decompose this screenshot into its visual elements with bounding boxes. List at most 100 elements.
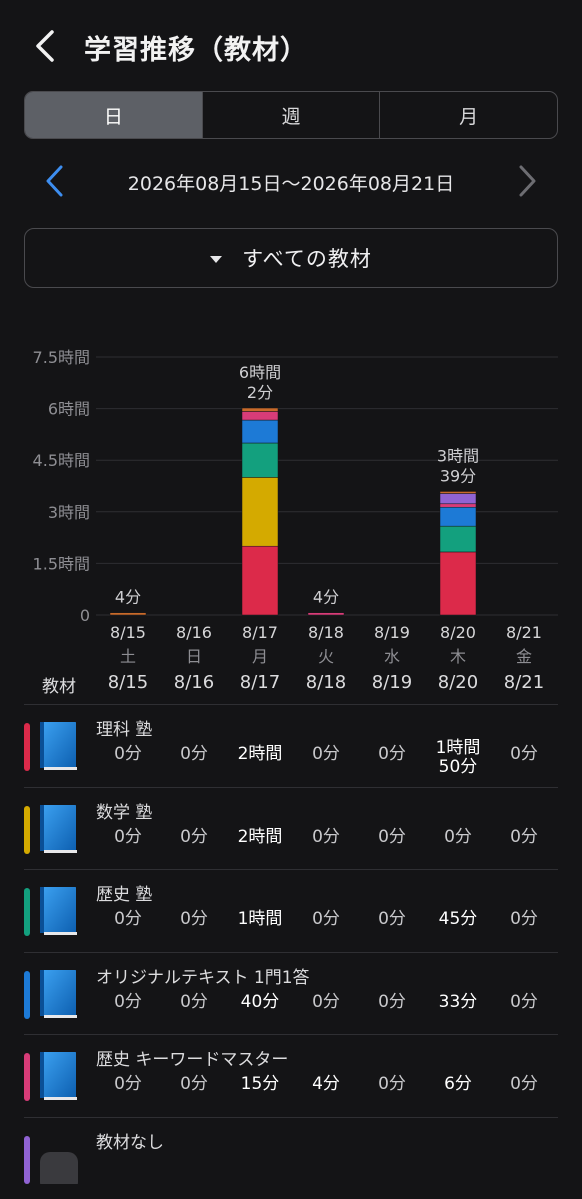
material-row[interactable]: 歴史 キーワードマスター 0分 0分 15分 4分 0分 6分 0分 — [24, 1034, 558, 1116]
material-row[interactable]: 数学 塾 0分 0分 2時間 0分 0分 0分 0分 — [24, 786, 558, 869]
bar-segment — [241, 477, 279, 547]
bar-total-label: 4分 — [313, 588, 339, 607]
y-tick-label: 7.5時間 — [33, 348, 90, 367]
time-cell: 33分 — [438, 991, 478, 1012]
time-cell: 0分 — [312, 991, 340, 1012]
y-tick-label: 4.5時間 — [33, 451, 90, 470]
time-cell: 0分 — [378, 826, 406, 847]
x-tick-weekday: 水 — [384, 647, 400, 666]
time-cell: 0分 — [114, 826, 142, 847]
table-header-date: 8/15 — [107, 672, 149, 693]
time-cell: 1時間 50分 — [435, 738, 481, 777]
time-cell: 0分 — [378, 991, 406, 1012]
bar-segment — [241, 442, 279, 478]
date-navigator: 2026年08月15日〜2026年08月21日 — [0, 156, 582, 206]
material-color-bar — [24, 1136, 30, 1184]
bar-segment — [439, 493, 477, 505]
time-cell: 0分 — [114, 744, 142, 764]
time-cell: 15分 — [240, 1074, 280, 1095]
time-cell: 0分 — [510, 744, 538, 764]
bar-total-label: 2分 — [247, 383, 273, 402]
bar-segment — [439, 491, 477, 494]
x-tick-date: 8/21 — [506, 623, 542, 642]
time-cell: 1時間 — [237, 909, 283, 930]
material-row[interactable]: オリジナルテキスト 1門1答 0分 0分 40分 0分 0分 33分 0分 — [24, 951, 558, 1034]
time-cell: 0分 — [378, 909, 406, 930]
material-name: 理科 塾 — [96, 720, 153, 740]
bar-segment — [439, 525, 477, 553]
x-tick-date: 8/17 — [242, 623, 278, 642]
material-name: 歴史 キーワードマスター — [96, 1050, 289, 1071]
bar-total-label: 6時間 — [239, 363, 281, 382]
bar-total-label: 39分 — [440, 467, 476, 486]
chevron-right-icon — [519, 165, 536, 197]
material-name: 教材なし — [96, 1133, 164, 1153]
x-tick-weekday: 月 — [252, 647, 268, 666]
material-row[interactable]: 理科 塾 0分 0分 2時間 0分 0分 1時間 50分 0分 — [24, 704, 558, 786]
filter-label: すべての教材 — [242, 247, 372, 271]
table-header-date: 8/19 — [371, 672, 413, 693]
next-period-button[interactable] — [512, 162, 542, 200]
table-header-date: 8/20 — [437, 672, 479, 693]
tab-day[interactable]: 日 — [25, 92, 203, 138]
chevron-left-icon — [46, 165, 63, 197]
table-header: 教材 8/15 8/16 8/17 8/18 8/19 8/20 8/21 — [0, 672, 582, 702]
bar-segment — [439, 506, 477, 527]
time-cell: 2時間 — [237, 826, 283, 847]
tab-week[interactable]: 週 — [203, 92, 381, 138]
bar-segment — [307, 612, 345, 616]
time-cell: 0分 — [180, 744, 208, 764]
bar-segment — [241, 545, 279, 616]
y-tick-label: 6時間 — [48, 400, 90, 419]
time-cell: 0分 — [114, 1074, 142, 1095]
time-cell: 0分 — [510, 826, 538, 847]
time-cell: 0分 — [312, 909, 340, 930]
tab-month[interactable]: 月 — [380, 92, 557, 138]
date-range-label: 2026年08月15日〜2026年08月21日 — [127, 173, 455, 195]
x-tick-weekday: 土 — [120, 647, 136, 666]
stacked-bar-chart: 01.5時間3時間4.5時間6時間7.5時間4分8/15土8/16日6時間2分8… — [33, 348, 558, 666]
material-color-bar — [24, 723, 30, 771]
time-cell: 40分 — [240, 991, 280, 1012]
dropdown-caret-icon — [210, 255, 223, 263]
material-filter-dropdown[interactable]: すべての教材 — [24, 228, 558, 288]
book-icon — [40, 804, 77, 853]
time-cell: 0分 — [312, 744, 340, 764]
time-cell: 0分 — [444, 826, 472, 847]
page-title: 学習推移（教材） — [84, 35, 308, 66]
time-cell: 0分 — [510, 991, 538, 1012]
x-tick-date: 8/20 — [440, 623, 476, 642]
time-cell: 0分 — [378, 744, 406, 764]
bar-segment — [241, 411, 279, 421]
book-icon — [40, 887, 77, 936]
bar-total-label: 3時間 — [437, 447, 479, 466]
book-icon — [40, 969, 77, 1018]
time-cell: 0分 — [180, 826, 208, 847]
y-tick-label: 3時間 — [48, 503, 90, 522]
material-color-bar — [24, 970, 30, 1019]
bar-segment — [439, 503, 477, 508]
period-tabs: 日 週 月 — [24, 91, 558, 139]
x-tick-weekday: 金 — [516, 647, 532, 666]
material-row[interactable]: 歴史 塾 0分 0分 1時間 0分 0分 45分 0分 — [24, 869, 558, 951]
time-cell: 4分 — [312, 1074, 340, 1095]
book-icon — [40, 722, 77, 770]
material-color-bar — [24, 805, 30, 854]
time-cell: 2時間 — [237, 744, 283, 764]
material-row[interactable]: 教材なし — [24, 1117, 558, 1199]
bar-segment — [241, 407, 279, 412]
time-cell: 6分 — [444, 1074, 472, 1095]
y-tick-label: 0 — [80, 606, 90, 625]
previous-period-button[interactable] — [40, 162, 70, 200]
table-header-date: 8/18 — [305, 672, 347, 693]
book-icon — [40, 1052, 77, 1101]
back-button[interactable] — [28, 26, 64, 66]
x-tick-date: 8/15 — [110, 623, 146, 642]
x-tick-date: 8/19 — [374, 623, 410, 642]
table-header-label: 教材 — [42, 677, 76, 697]
material-color-bar — [24, 1053, 30, 1102]
x-tick-date: 8/18 — [308, 623, 344, 642]
time-cell: 0分 — [180, 1074, 208, 1095]
time-cell: 0分 — [312, 826, 340, 847]
time-cell: 0分 — [510, 909, 538, 930]
